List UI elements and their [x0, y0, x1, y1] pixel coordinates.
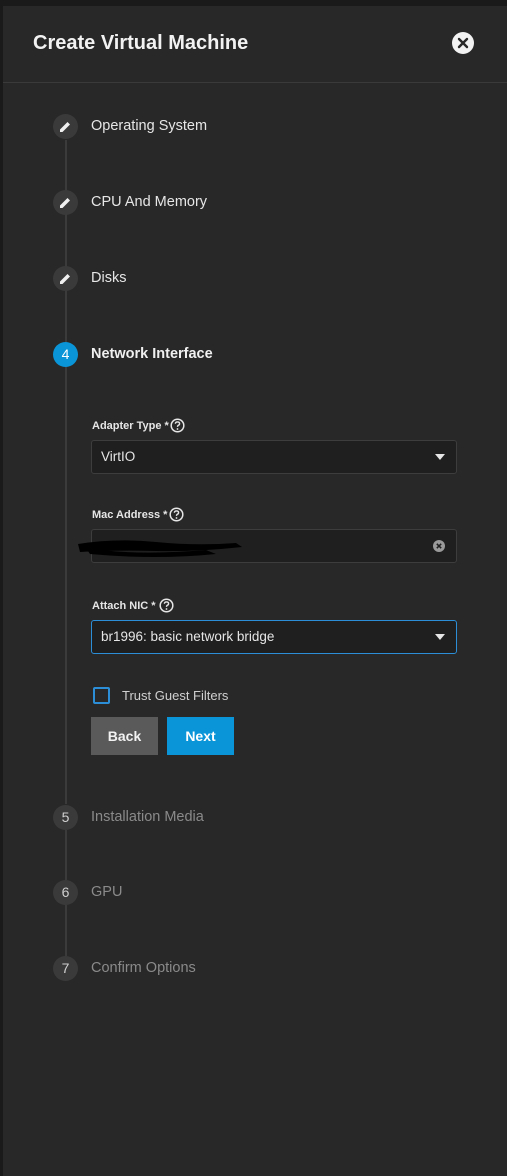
step-label: Disks	[91, 270, 127, 286]
step-cpu-and-memory[interactable]: CPU And Memory	[53, 190, 453, 216]
edit-icon	[53, 114, 78, 139]
step-disks[interactable]: Disks	[53, 266, 453, 292]
create-vm-dialog: Create Virtual Machine Operating System …	[3, 6, 507, 1176]
next-button[interactable]: Next	[167, 717, 234, 755]
step-number: 6	[53, 880, 78, 905]
adapter-type-value: VirtIO	[101, 449, 136, 464]
dialog-header: Create Virtual Machine	[3, 6, 507, 83]
close-icon[interactable]	[452, 32, 474, 54]
clear-icon[interactable]	[433, 540, 445, 552]
trust-guest-filters-label[interactable]: Trust Guest Filters	[122, 688, 228, 703]
attach-nic-value: br1996: basic network bridge	[101, 629, 275, 644]
step-label: Confirm Options	[91, 960, 196, 976]
help-icon[interactable]	[159, 598, 174, 613]
edit-icon	[53, 190, 78, 215]
back-button[interactable]: Back	[91, 717, 158, 755]
mac-address-label: Mac Address *	[92, 509, 168, 521]
mac-address-input[interactable]	[78, 529, 457, 563]
step-label: GPU	[91, 884, 123, 900]
attach-nic-select[interactable]: br1996: basic network bridge	[91, 620, 457, 654]
edit-icon	[53, 266, 78, 291]
step-label: Operating System	[91, 118, 208, 134]
step-number: 4	[53, 342, 78, 367]
dialog-title: Create Virtual Machine	[33, 32, 249, 54]
step-number: 5	[53, 805, 78, 830]
step-label: Installation Media	[91, 809, 204, 825]
step-confirm-options[interactable]: 7 Confirm Options	[53, 956, 453, 982]
step-label: CPU And Memory	[91, 194, 208, 210]
adapter-type-label: Adapter Type *	[92, 420, 169, 432]
step-installation-media[interactable]: 5 Installation Media	[53, 805, 453, 831]
step-network-interface[interactable]: 4 Network Interface	[53, 342, 453, 368]
attach-nic-label: Attach NIC *	[92, 600, 156, 612]
help-icon[interactable]	[169, 507, 184, 522]
chevron-down-icon	[435, 454, 445, 460]
step-label: Network Interface	[91, 346, 213, 362]
step-operating-system[interactable]: Operating System	[53, 114, 453, 140]
stepper-line	[65, 366, 67, 804]
stepper-line	[65, 830, 67, 880]
chevron-down-icon	[435, 634, 445, 640]
stepper-line	[65, 905, 67, 956]
stepper-line	[65, 140, 67, 350]
step-number: 7	[53, 956, 78, 981]
help-icon[interactable]	[170, 418, 185, 433]
trust-guest-filters-checkbox[interactable]	[93, 687, 110, 704]
redaction-scribble	[78, 540, 242, 557]
step-gpu[interactable]: 6 GPU	[53, 880, 453, 906]
adapter-type-select[interactable]: VirtIO	[91, 440, 457, 474]
